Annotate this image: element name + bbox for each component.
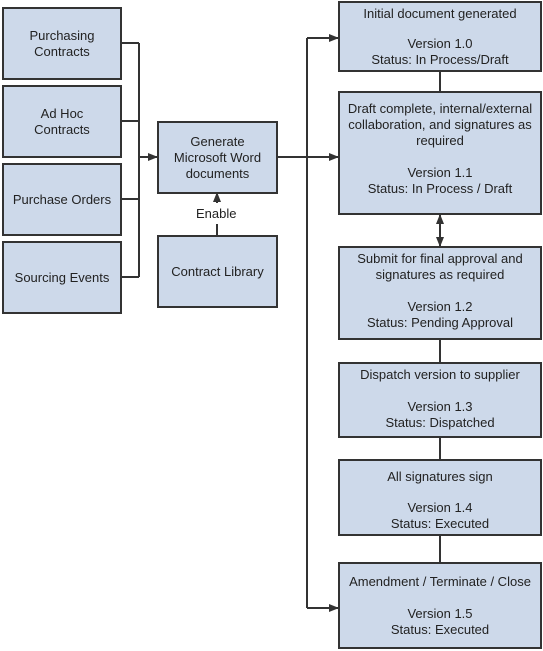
generate-word-documents: Generate Microsoft Word documents: [157, 121, 278, 194]
stage-4: Dispatch version to supplier Version 1.3…: [338, 362, 542, 438]
stage-title: Initial document generated: [363, 6, 517, 21]
box-label: Sourcing Events: [14, 269, 110, 285]
stage-version: Version 1.2: [407, 299, 473, 314]
source-sourcing-events: Sourcing Events: [2, 241, 122, 314]
stage-status: Status: Dispatched: [385, 415, 495, 430]
stage-status: Status: In Process/Draft: [371, 52, 509, 67]
source-purchase-orders: Purchase Orders: [2, 163, 122, 236]
stage-status: Status: Executed: [390, 622, 490, 637]
stage-version: Version 1.0: [407, 36, 473, 51]
stage-version: Version 1.4: [407, 500, 473, 515]
contract-library: Contract Library: [157, 235, 278, 308]
box-label: Generate Microsoft Word documents: [173, 133, 262, 181]
box-label: Contract Library: [171, 263, 264, 279]
stage-6: Amendment / Terminate / Close Version 1.…: [338, 562, 542, 649]
stage-title: All signatures sign: [387, 469, 493, 484]
stage-title: Submit for final approval and signatures…: [357, 251, 523, 282]
stage-version: Version 1.3: [407, 399, 473, 414]
source-purchasing-contracts: Purchasing Contracts: [2, 7, 122, 80]
source-ad-hoc-contracts: Ad Hoc Contracts: [2, 85, 122, 158]
stage-1: Initial document generated Version 1.0 S…: [338, 1, 542, 72]
stage-status: Status: In Process / Draft: [367, 181, 513, 196]
stage-version: Version 1.5: [407, 606, 473, 621]
stage-title: Amendment / Terminate / Close: [349, 574, 531, 589]
contract-flow-diagram: Purchasing Contracts Ad Hoc Contracts Pu…: [0, 0, 543, 651]
stage-status: Status: Executed: [390, 516, 490, 531]
stage-5: All signatures sign Version 1.4 Status: …: [338, 459, 542, 536]
stage-title: Dispatch version to supplier: [360, 367, 520, 382]
stage-title: Draft complete, internal/external collab…: [347, 101, 533, 148]
stage-3: Submit for final approval and signatures…: [338, 246, 542, 340]
stage-2: Draft complete, internal/external collab…: [338, 91, 542, 215]
box-label: Purchase Orders: [12, 191, 112, 207]
box-label: Purchasing Contracts: [29, 27, 95, 59]
stage-status: Status: Pending Approval: [367, 315, 513, 330]
box-label: Ad Hoc Contracts: [34, 105, 90, 137]
enable-label: Enable: [196, 206, 237, 221]
stage-version: Version 1.1: [407, 165, 473, 180]
